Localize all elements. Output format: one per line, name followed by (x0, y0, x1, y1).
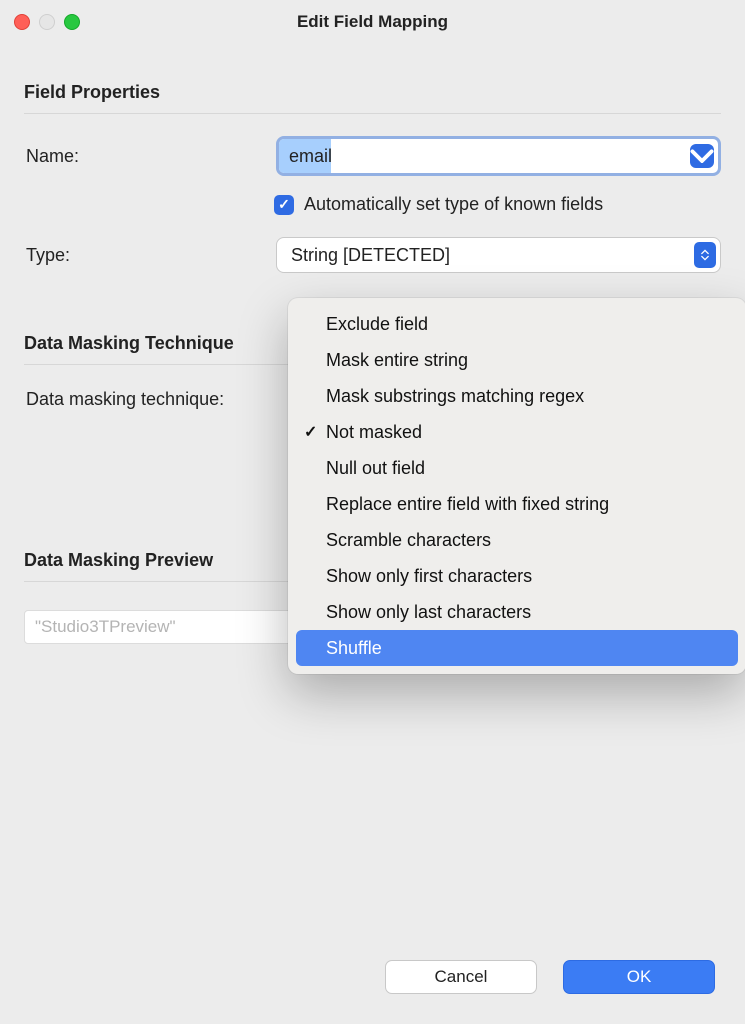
dropdown-item-label: Mask entire string (326, 350, 468, 371)
close-icon[interactable] (14, 14, 30, 30)
dropdown-item[interactable]: ✓ Not masked (296, 414, 738, 450)
dropdown-item[interactable]: Scramble characters (296, 522, 738, 558)
updown-icon[interactable] (694, 242, 716, 268)
row-type: Type: String [DETECTED] (24, 237, 721, 273)
section-field-properties: Field Properties (24, 82, 721, 114)
check-icon: ✓ (304, 422, 317, 442)
dropdown-item[interactable]: Null out field (296, 450, 738, 486)
label-type: Type: (24, 245, 276, 266)
type-value: String [DETECTED] (291, 245, 450, 266)
dropdown-item-label: Show only last characters (326, 602, 531, 623)
dropdown-item-label: Shuffle (326, 638, 382, 659)
minimize-icon (39, 14, 55, 30)
dialog-window: Edit Field Mapping Field Properties Name… (0, 0, 745, 1024)
dropdown-item[interactable]: Exclude field (296, 306, 738, 342)
dropdown-item-label: Not masked (326, 422, 422, 443)
dropdown-item-label: Mask substrings matching regex (326, 386, 584, 407)
row-auto-type: ✓ Automatically set type of known fields (274, 194, 721, 215)
chevron-down-icon[interactable] (690, 144, 714, 168)
dropdown-item-label: Null out field (326, 458, 425, 479)
dropdown-item[interactable]: Mask entire string (296, 342, 738, 378)
type-select[interactable]: String [DETECTED] (276, 237, 721, 273)
dropdown-item-label: Scramble characters (326, 530, 491, 551)
dropdown-item-label: Show only first characters (326, 566, 532, 587)
dropdown-item-label: Replace entire field with fixed string (326, 494, 609, 515)
preview-input[interactable]: "Studio3TPreview" (24, 610, 304, 644)
dialog-footer: Cancel OK (385, 960, 715, 994)
dropdown-item[interactable]: Shuffle (296, 630, 738, 666)
dropdown-item[interactable]: Replace entire field with fixed string (296, 486, 738, 522)
ok-button[interactable]: OK (563, 960, 715, 994)
cancel-button[interactable]: Cancel (385, 960, 537, 994)
name-input[interactable]: email (279, 139, 690, 173)
auto-type-checkbox[interactable]: ✓ (274, 195, 294, 215)
dropdown-item[interactable]: Show only first characters (296, 558, 738, 594)
dropdown-item[interactable]: Show only last characters (296, 594, 738, 630)
auto-type-label: Automatically set type of known fields (304, 194, 603, 215)
label-name: Name: (24, 146, 276, 167)
dropdown-item-label: Exclude field (326, 314, 428, 335)
window-title: Edit Field Mapping (297, 12, 448, 32)
window-controls (14, 14, 80, 30)
titlebar: Edit Field Mapping (0, 0, 745, 44)
row-name: Name: email (24, 136, 721, 176)
technique-dropdown[interactable]: Exclude field Mask entire string Mask subs… (288, 298, 745, 674)
name-combobox[interactable]: email (276, 136, 721, 176)
zoom-icon[interactable] (64, 14, 80, 30)
label-technique: Data masking technique: (24, 389, 276, 410)
dropdown-item[interactable]: Mask substrings matching regex (296, 378, 738, 414)
